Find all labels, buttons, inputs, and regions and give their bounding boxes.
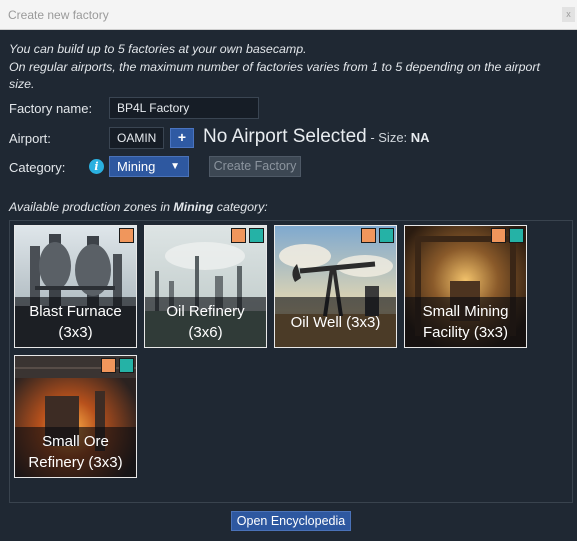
close-icon[interactable]: x (562, 7, 575, 22)
intro-text: You can build up to 5 factories at your … (9, 41, 564, 94)
orange-tag-icon (119, 228, 134, 243)
zone-tile-oil-refinery[interactable]: Oil Refinery (3x6) (144, 225, 267, 348)
info-icon[interactable]: i (89, 159, 104, 174)
tile-caption: Small Mining Facility (3x3) (405, 297, 526, 347)
teal-tag-icon (119, 358, 134, 373)
tile-caption: Oil Well (3x3) (275, 297, 396, 347)
tile-caption: Oil Refinery (3x6) (145, 297, 266, 347)
zones-label-suffix: category: (213, 200, 268, 214)
zones-label-category: Mining (173, 200, 214, 214)
add-airport-button[interactable]: + (170, 128, 194, 148)
category-label: Category: (9, 160, 66, 175)
orange-tag-icon (361, 228, 376, 243)
tile-caption: Small Ore Refinery (3x3) (15, 427, 136, 477)
create-factory-button: Create Factory (209, 156, 301, 177)
airport-code-input[interactable]: OAMIN (109, 127, 164, 149)
airport-status: No Airport Selected - Size: NA (203, 126, 430, 148)
zone-tile-oil-well[interactable]: Oil Well (3x3) (274, 225, 397, 348)
factory-name-input[interactable]: BP4L Factory (109, 97, 259, 119)
zone-tile-small-ore-refinery[interactable]: Small Ore Refinery (3x3) (14, 355, 137, 478)
teal-tag-icon (249, 228, 264, 243)
intro-line-1: You can build up to 5 factories at your … (9, 42, 307, 56)
zones-label: Available production zones in Mining cat… (9, 200, 268, 214)
zones-label-prefix: Available production zones in (9, 200, 174, 214)
zone-tile-blast-furnace[interactable]: Blast Furnace (3x3) (14, 225, 137, 348)
airport-size-label: - Size: (366, 130, 411, 145)
category-value: Mining (117, 159, 156, 174)
category-select[interactable]: Mining ▼ (109, 156, 189, 177)
zone-tile-small-mining-facility[interactable]: Small Mining Facility (3x3) (404, 225, 527, 348)
tile-name: Small Mining Facility (3x3) (422, 303, 509, 341)
title-bar: Create new factory x (0, 0, 577, 30)
airport-status-text: No Airport Selected (203, 126, 367, 147)
window-title: Create new factory (8, 8, 109, 22)
tile-name: Oil Well (3x3) (290, 313, 381, 331)
tile-name: Small Ore Refinery (3x3) (28, 433, 123, 471)
tile-name: Oil Refinery (3x6) (166, 303, 245, 341)
airport-label: Airport: (9, 131, 51, 146)
orange-tag-icon (101, 358, 116, 373)
orange-tag-icon (491, 228, 506, 243)
tile-caption: Blast Furnace (3x3) (15, 297, 136, 347)
teal-tag-icon (509, 228, 524, 243)
zones-panel: Blast Furnace (3x3) Oil Refinery (3x6) O… (9, 220, 573, 503)
intro-line-2: On regular airports, the maximum number … (9, 59, 540, 92)
airport-size-value: NA (410, 130, 430, 145)
teal-tag-icon (379, 228, 394, 243)
factory-name-label: Factory name: (9, 101, 93, 116)
orange-tag-icon (231, 228, 246, 243)
chevron-down-icon: ▼ (170, 161, 180, 172)
tile-name: Blast Furnace (3x3) (29, 303, 122, 341)
open-encyclopedia-button[interactable]: Open Encyclopedia (231, 511, 351, 531)
